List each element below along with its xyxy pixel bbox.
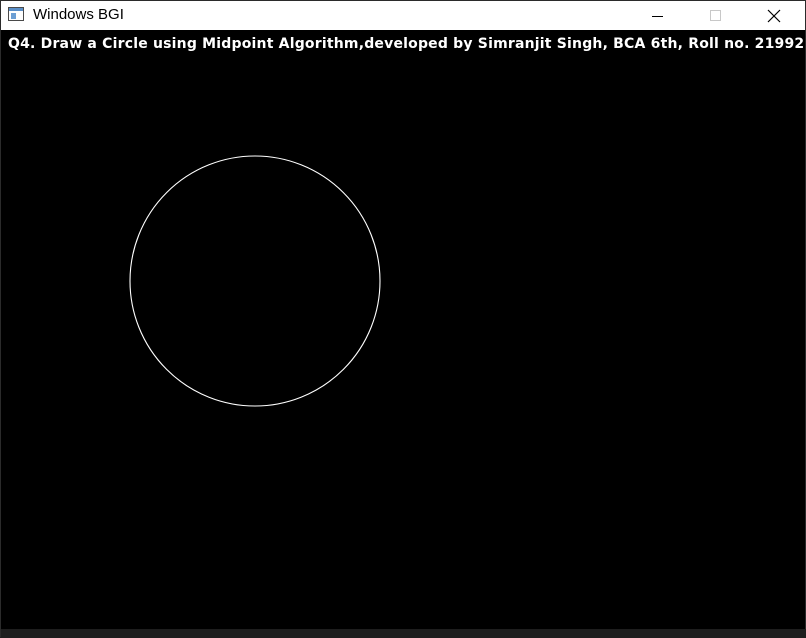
maximize-button[interactable] (687, 1, 745, 30)
maximize-icon (710, 9, 721, 21)
close-button[interactable] (745, 1, 803, 30)
app-icon-titlebar (9, 8, 23, 11)
drawing-surface (129, 155, 381, 407)
graphics-canvas[interactable]: Q4. Draw a Circle using Midpoint Algorit… (2, 30, 804, 629)
app-icon-pane (11, 13, 16, 19)
midpoint-circle (129, 155, 381, 407)
app-window-icon[interactable] (8, 7, 24, 21)
bgi-window: Windows BGI Q4. Draw a Circle using Midp… (0, 0, 806, 638)
close-icon (767, 9, 781, 22)
title-bar[interactable]: Windows BGI (1, 1, 805, 30)
window-title: Windows BGI (33, 6, 124, 23)
minimize-icon (652, 15, 663, 17)
minimize-button[interactable] (629, 1, 687, 30)
